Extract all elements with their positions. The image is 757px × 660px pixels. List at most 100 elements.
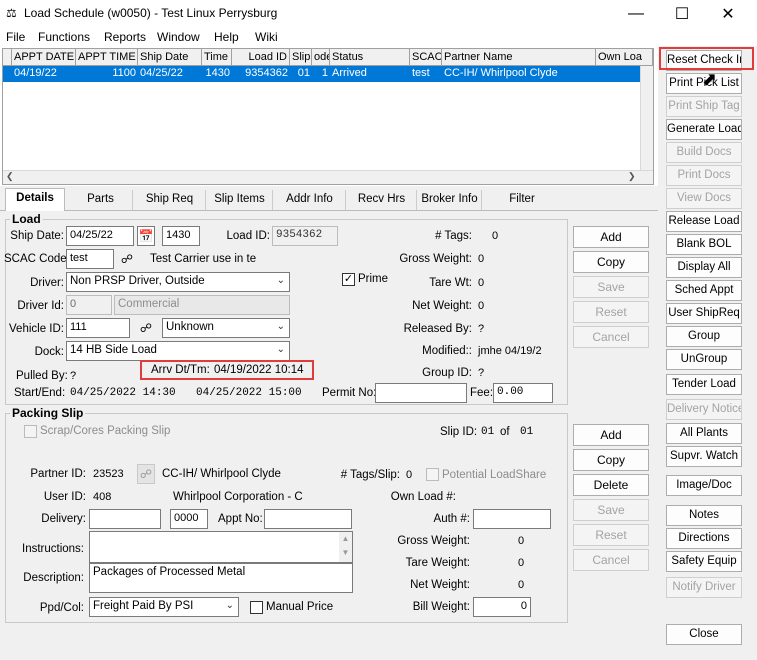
- image-doc-button[interactable]: Image/Doc: [666, 475, 742, 496]
- arrival-value: 04/19/2022 10:14: [214, 364, 304, 376]
- notify-driver-button[interactable]: Notify Driver: [666, 577, 742, 598]
- load-add-button[interactable]: Add: [573, 226, 649, 248]
- menu-help[interactable]: Help: [214, 30, 239, 44]
- grid-header-code[interactable]: ode: [312, 49, 330, 66]
- sched-appt-button[interactable]: Sched Appt: [666, 280, 742, 301]
- ppd-col-select[interactable]: Freight Paid By PSI ⌄: [89, 597, 239, 617]
- supvr-watch-button[interactable]: Supvr. Watch: [666, 446, 742, 467]
- binoculars-icon[interactable]: ☍: [137, 318, 155, 338]
- slip-save-button[interactable]: Save: [573, 499, 649, 521]
- all-plants-button[interactable]: All Plants: [666, 423, 742, 444]
- grid-header-slip[interactable]: Slip: [290, 49, 312, 66]
- grid-header-partner[interactable]: Partner Name: [442, 49, 596, 66]
- vehicle-type-select[interactable]: Unknown ⌄: [162, 318, 290, 338]
- permit-input[interactable]: [375, 383, 467, 403]
- tab-broker-info[interactable]: Broker Info: [418, 190, 482, 210]
- tab-filter[interactable]: Filter: [483, 190, 561, 210]
- load-reset-button[interactable]: Reset: [573, 301, 649, 323]
- directions-button[interactable]: Directions: [666, 528, 742, 549]
- tender-load-button[interactable]: Tender Load: [666, 374, 742, 395]
- instructions-scrollbar[interactable]: ▲ ▼: [339, 532, 352, 562]
- dock-select[interactable]: 14 HB Side Load ⌄: [66, 341, 290, 361]
- prime-checkbox[interactable]: ✓: [342, 273, 355, 286]
- slip-cancel-button[interactable]: Cancel: [573, 549, 649, 571]
- grid-header-scac[interactable]: SCAC: [410, 49, 442, 66]
- menu-functions[interactable]: Functions: [38, 30, 90, 44]
- grid-header-appt-date[interactable]: APPT DATE: [12, 49, 76, 66]
- minimize-icon[interactable]: —: [613, 0, 659, 28]
- build-docs-button[interactable]: Build Docs: [666, 142, 742, 163]
- loadshare-checkbox[interactable]: [426, 468, 439, 481]
- close-button[interactable]: Close: [666, 624, 742, 645]
- driver-select[interactable]: Non PRSP Driver, Outside ⌄: [66, 272, 290, 292]
- instructions-textarea[interactable]: [89, 531, 353, 563]
- generate-load-button[interactable]: Generate Load: [666, 119, 742, 140]
- vertical-scrollbar[interactable]: [640, 66, 653, 170]
- grid-header-time[interactable]: Time: [202, 49, 232, 66]
- slip-net-label: Net Weight:: [410, 579, 470, 591]
- slip-add-button[interactable]: Add: [573, 424, 649, 446]
- grid-header-load-id[interactable]: Load ID: [232, 49, 290, 66]
- grid-header-own-load[interactable]: Own Loa: [596, 49, 653, 66]
- delivery-time-input[interactable]: 0000: [170, 509, 208, 529]
- gross-weight-label: Gross Weight:: [399, 253, 472, 265]
- menu-wiki[interactable]: Wiki: [255, 30, 278, 44]
- ship-time-input[interactable]: 1430: [162, 226, 200, 246]
- maximize-icon[interactable]: ☐: [659, 0, 705, 28]
- tab-addr-info[interactable]: Addr Info: [274, 190, 346, 210]
- tab-details[interactable]: Details: [5, 188, 65, 211]
- own-load-label: Own Load #:: [390, 491, 456, 503]
- notes-button[interactable]: Notes: [666, 505, 742, 526]
- description-textarea[interactable]: Packages of Processed Metal: [89, 563, 353, 593]
- ungroup-button[interactable]: UnGroup: [666, 349, 742, 370]
- binoculars-icon[interactable]: ☍: [118, 249, 136, 269]
- horizontal-scrollbar[interactable]: [3, 170, 653, 184]
- blank-bol-button[interactable]: Blank BOL: [666, 234, 742, 255]
- print-ship-tag-button[interactable]: Print Ship Tag: [666, 96, 742, 117]
- chevron-down-icon: ⌄: [276, 321, 285, 332]
- load-cancel-button[interactable]: Cancel: [573, 326, 649, 348]
- delivery-input[interactable]: [89, 509, 161, 529]
- grid-header-ship-date[interactable]: Ship Date: [138, 49, 202, 66]
- bill-weight-input[interactable]: 0: [473, 597, 531, 617]
- display-all-button[interactable]: Display All: [666, 257, 742, 278]
- modified-label: Modified::: [422, 345, 472, 357]
- delivery-notice-button[interactable]: Delivery Notice: [666, 399, 742, 420]
- load-save-button[interactable]: Save: [573, 276, 649, 298]
- binoculars-icon: ☍: [137, 464, 155, 484]
- safety-equip-button[interactable]: Safety Equip: [666, 551, 742, 572]
- manual-price-checkbox[interactable]: [250, 601, 263, 614]
- partner-id-value: 23523: [93, 468, 124, 480]
- print-docs-button[interactable]: Print Docs: [666, 165, 742, 186]
- tab-slip-items[interactable]: Slip Items: [207, 190, 273, 210]
- permit-label: Permit No:: [322, 387, 377, 399]
- slip-reset-button[interactable]: Reset: [573, 524, 649, 546]
- close-icon[interactable]: ✕: [705, 0, 751, 28]
- user-shipreq-button[interactable]: User ShipReq: [666, 303, 742, 324]
- tab-recv-hrs[interactable]: Recv Hrs: [347, 190, 417, 210]
- vehicle-id-input[interactable]: 111: [66, 318, 130, 338]
- auth-input[interactable]: [473, 509, 551, 529]
- slip-copy-button[interactable]: Copy: [573, 449, 649, 471]
- menu-window[interactable]: Window: [157, 30, 200, 44]
- fee-input[interactable]: 0.00: [493, 383, 553, 403]
- grid-header-appt-time[interactable]: APPT TIME: [76, 49, 138, 66]
- release-load-button[interactable]: Release Load: [666, 211, 742, 232]
- scrap-checkbox[interactable]: [24, 425, 37, 438]
- tab-parts[interactable]: Parts: [69, 190, 133, 210]
- load-copy-button[interactable]: Copy: [573, 251, 649, 273]
- scroll-left-icon[interactable]: ❮: [6, 171, 14, 182]
- grid-header-status[interactable]: Status: [330, 49, 410, 66]
- menu-reports[interactable]: Reports: [104, 30, 146, 44]
- appt-no-input[interactable]: [264, 509, 352, 529]
- slip-delete-button[interactable]: Delete: [573, 474, 649, 496]
- calendar-icon[interactable]: 📅: [137, 226, 155, 246]
- view-docs-button[interactable]: View Docs: [666, 188, 742, 209]
- menu-file[interactable]: File: [6, 30, 25, 44]
- tab-ship-req[interactable]: Ship Req: [134, 190, 206, 210]
- ship-date-input[interactable]: 04/25/22: [66, 226, 134, 246]
- scroll-right-icon[interactable]: ❯: [628, 171, 636, 182]
- group-button[interactable]: Group: [666, 326, 742, 347]
- scac-input[interactable]: test: [66, 249, 114, 269]
- partner-name-value: CC-IH/ Whirlpool Clyde: [162, 468, 281, 480]
